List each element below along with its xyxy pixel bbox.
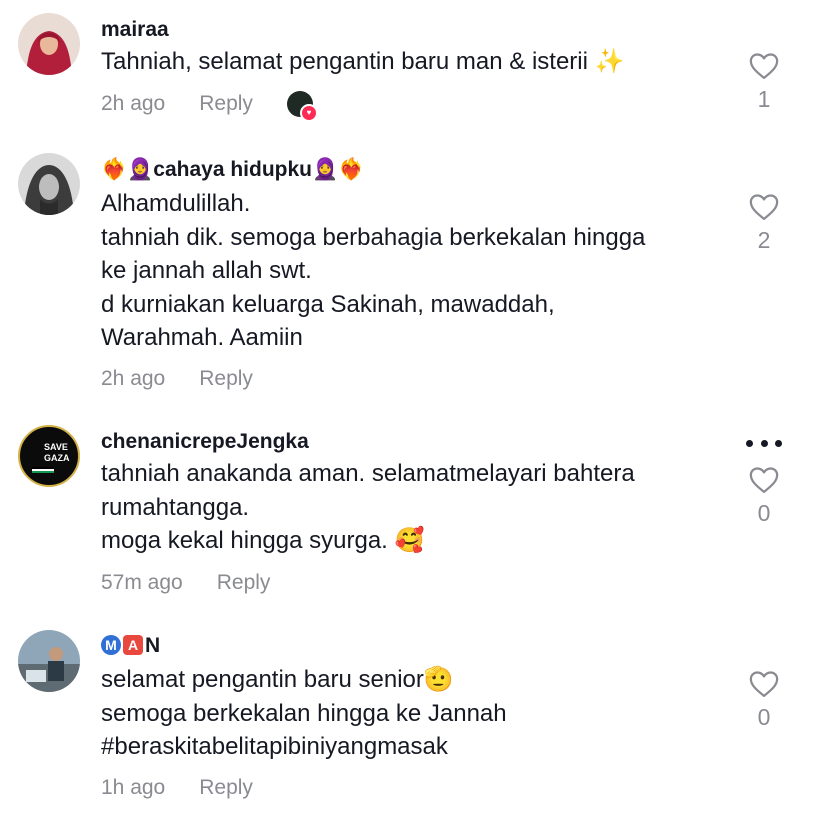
comment-username[interactable]: MAN (101, 634, 160, 658)
heart-outline-icon[interactable] (749, 193, 779, 221)
comment-line: Warahmah. Aamiin (101, 324, 303, 351)
comment-text: tahniah anakanda aman. selamatmelayari b… (101, 457, 721, 558)
like-button[interactable]: 1 (746, 52, 782, 113)
comment-text: Tahniah, selamat pengantin baru man & is… (101, 45, 721, 79)
comment-line: tahniah anakanda aman. selamatmelayari b… (101, 460, 635, 487)
avatar-logo-text: SAVE GAZA (44, 442, 70, 463)
comment-username[interactable]: mairaa (101, 18, 169, 42)
avatar[interactable] (18, 630, 80, 692)
comment-time: 57m ago (101, 571, 183, 594)
comment-meta: 1h ago Reply (101, 776, 253, 800)
comment-line: #beraskitabelitapibiniyangmasak (101, 733, 448, 760)
like-count: 2 (757, 227, 771, 253)
like-count: 0 (757, 500, 771, 526)
reply-button[interactable]: Reply (199, 367, 253, 390)
reply-button[interactable]: Reply (217, 571, 271, 594)
comment-line: Alhamdulillah. (101, 190, 251, 217)
comment-line: semoga berkekalan hingga ke Jannah (101, 699, 507, 727)
comment-line: tahniah dik. semoga berbahagia berkekala… (101, 223, 646, 251)
comment-line: rumahtangga. (101, 493, 250, 521)
comment-time: 2h ago (101, 92, 166, 115)
creator-liked-heart-icon: ♥ (300, 104, 318, 122)
heart-outline-icon[interactable] (749, 52, 779, 80)
heart-outline-icon[interactable] (749, 466, 779, 494)
comment-username[interactable]: ❤️‍🔥🧕cahaya hidupku🧕❤️‍🔥 (101, 158, 364, 182)
more-options-icon[interactable] (746, 438, 782, 448)
like-count: 0 (757, 704, 771, 730)
like-button[interactable]: 2 (746, 193, 782, 254)
like-button[interactable]: 0 (746, 670, 782, 731)
like-count: 1 (757, 86, 771, 112)
avatar[interactable] (18, 153, 80, 215)
comment-meta: 2h ago Reply (101, 367, 253, 391)
comment-time: 2h ago (101, 367, 166, 390)
circled-m-letter: M (101, 635, 121, 655)
avatar[interactable]: SAVE GAZA (18, 425, 80, 487)
heart-outline-icon[interactable] (749, 670, 779, 698)
reply-button[interactable]: Reply (199, 92, 253, 115)
comment-meta: 2h ago Reply (101, 92, 253, 116)
comment-line: moga kekal hingga syurga. 🥰 (101, 527, 425, 554)
like-button[interactable]: 0 (746, 466, 782, 527)
comment-line: d kurniakan keluarga Sakinah, mawaddah, (101, 290, 555, 318)
reply-button[interactable]: Reply (199, 776, 253, 799)
squared-a-letter: A (123, 635, 143, 655)
username-letter: N (145, 634, 161, 657)
comment-time: 1h ago (101, 776, 166, 799)
comment-line: selamat pengantin baru senior🫡 (101, 666, 454, 693)
avatar[interactable] (18, 13, 80, 75)
comment-text: Alhamdulillah. tahniah dik. semoga berba… (101, 187, 721, 355)
comment-text: selamat pengantin baru senior🫡 semoga be… (101, 663, 721, 764)
comment-username[interactable]: chenanicrepeJengka (101, 430, 309, 454)
flag-icon (32, 467, 54, 473)
comment-line: ke jannah allah swt. (101, 257, 312, 284)
comment-line: Tahniah, selamat pengantin baru man & is… (101, 48, 625, 75)
comment-meta: 57m ago Reply (101, 571, 270, 595)
